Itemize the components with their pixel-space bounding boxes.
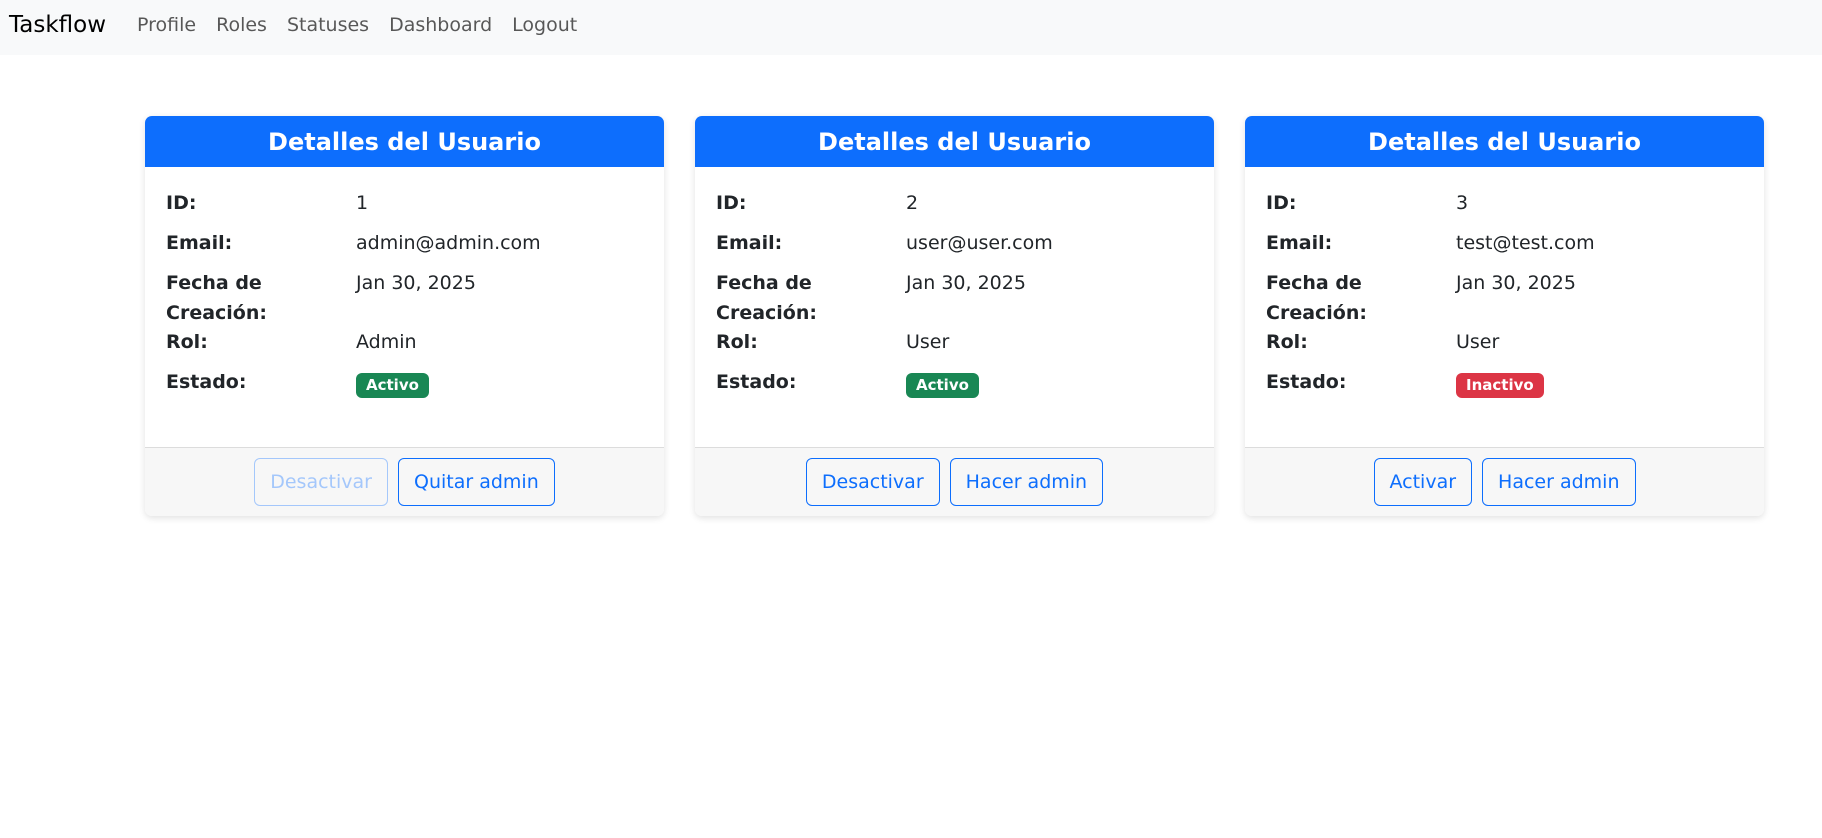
email-value: user@user.com xyxy=(906,232,1053,254)
fecha-value: Jan 30, 2025 xyxy=(1456,272,1576,294)
card-footer: Activar Hacer admin xyxy=(1245,447,1764,516)
rol-value: User xyxy=(1456,331,1500,353)
rol-label: Rol: xyxy=(716,331,758,353)
fecha-value: Jan 30, 2025 xyxy=(356,272,476,294)
card-body: ID: 1 Email: admin@admin.com Fecha de Cre… xyxy=(145,167,664,447)
email-value: test@test.com xyxy=(1456,232,1595,254)
toggle-status-button[interactable]: Desactivar xyxy=(254,458,388,506)
toggle-status-button[interactable]: Desactivar xyxy=(805,458,940,506)
estado-label: Estado: xyxy=(166,371,247,393)
status-badge: Inactivo xyxy=(1456,373,1544,398)
status-badge: Activo xyxy=(906,373,979,398)
nav-link-roles[interactable]: Roles xyxy=(216,14,267,36)
brand-logo[interactable]: Taskflow xyxy=(9,12,106,38)
toggle-status-button[interactable]: Activar xyxy=(1373,458,1473,506)
email-value: admin@admin.com xyxy=(356,232,541,254)
status-badge: Activo xyxy=(356,373,429,398)
fecha-value: Jan 30, 2025 xyxy=(906,272,1026,294)
user-card: Detalles del Usuario ID: 3 Email: test@t… xyxy=(1245,116,1764,516)
id-label: ID: xyxy=(166,192,197,214)
nav-link-profile[interactable]: Profile xyxy=(137,14,196,36)
fecha-label: Fecha de Creación: xyxy=(166,272,267,324)
card-body: ID: 2 Email: user@user.com Fecha de Creac… xyxy=(695,167,1214,447)
id-value: 2 xyxy=(906,192,919,214)
card-footer: Desactivar Quitar admin xyxy=(145,447,664,516)
email-label: Email: xyxy=(716,232,783,254)
id-label: ID: xyxy=(1266,192,1297,214)
estado-label: Estado: xyxy=(716,371,797,393)
email-label: Email: xyxy=(166,232,233,254)
rol-value: User xyxy=(906,331,950,353)
card-title: Detalles del Usuario xyxy=(1245,116,1764,167)
estado-label: Estado: xyxy=(1266,371,1347,393)
user-card: Detalles del Usuario ID: 2 Email: user@u… xyxy=(695,116,1214,516)
id-value: 3 xyxy=(1456,192,1469,214)
nav-link-logout[interactable]: Logout xyxy=(512,14,577,36)
toggle-admin-button[interactable]: Quitar admin xyxy=(397,458,555,506)
toggle-admin-button[interactable]: Hacer admin xyxy=(1482,458,1636,506)
nav-link-dashboard[interactable]: Dashboard xyxy=(389,14,492,36)
email-label: Email: xyxy=(1266,232,1333,254)
fecha-label: Fecha de Creación: xyxy=(716,272,817,324)
card-body: ID: 3 Email: test@test.com Fecha de Creac… xyxy=(1245,167,1764,447)
id-label: ID: xyxy=(716,192,747,214)
user-card: Detalles del Usuario ID: 1 Email: admin@… xyxy=(145,116,664,516)
nav-link-statuses[interactable]: Statuses xyxy=(287,14,369,36)
fecha-label: Fecha de Creación: xyxy=(1266,272,1367,324)
card-title: Detalles del Usuario xyxy=(695,116,1214,167)
rol-value: Admin xyxy=(356,331,417,353)
toggle-admin-button[interactable]: Hacer admin xyxy=(949,458,1104,506)
card-title: Detalles del Usuario xyxy=(145,116,664,167)
rol-label: Rol: xyxy=(1266,331,1308,353)
rol-label: Rol: xyxy=(166,331,208,353)
top-navbar: Taskflow Profile Roles Statuses Dashboar… xyxy=(0,0,1822,55)
id-value: 1 xyxy=(356,192,369,214)
card-footer: Desactivar Hacer admin xyxy=(695,447,1214,516)
